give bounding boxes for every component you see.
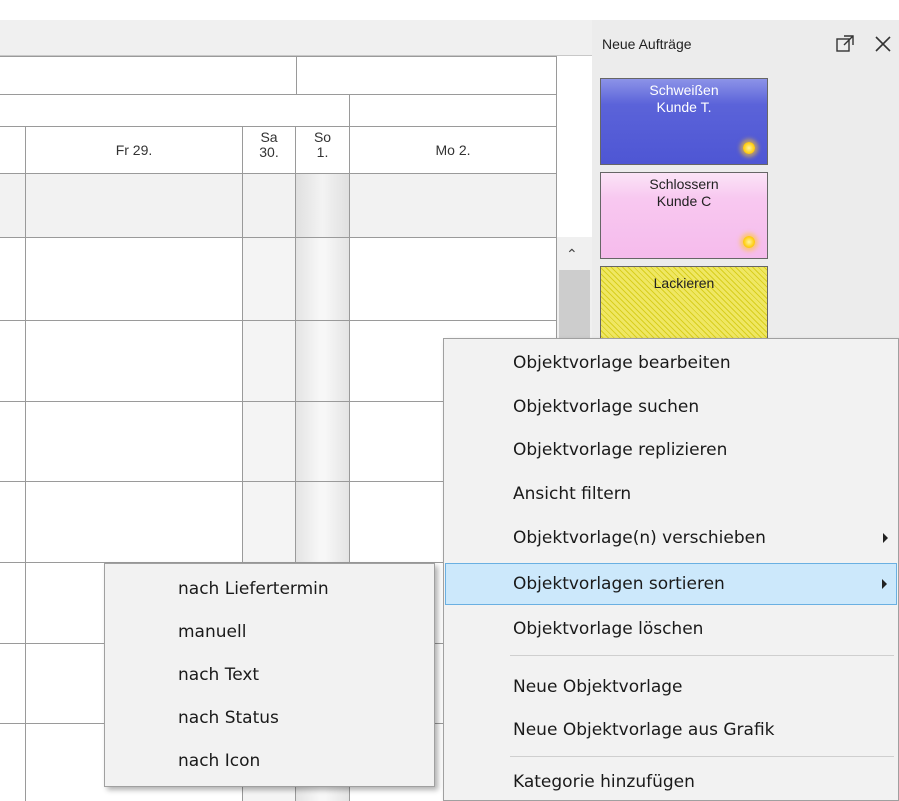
menu-item-label: Objektvorlage(n) verschieben (513, 528, 766, 548)
menu-item-replicate-template[interactable]: Objektvorlage replizieren (444, 432, 898, 468)
menu-item-edit-template[interactable]: Objektvorlage bearbeiten (444, 345, 898, 381)
menu-separator (510, 756, 894, 757)
order-card-lackieren[interactable]: Lackieren (600, 266, 768, 342)
day-header-monday: Mo 2. (435, 142, 471, 158)
submenu-item-label: manuell (178, 622, 247, 642)
submenu-item-by-icon[interactable]: nach Icon (105, 743, 434, 779)
order-card-customer: Kunde C (656, 193, 712, 209)
menu-item-search-template[interactable]: Objektvorlage suchen (444, 389, 898, 425)
menu-item-new-template-from-graphic[interactable]: Neue Objektvorlage aus Grafik (444, 712, 898, 748)
panel-title: Neue Aufträge (602, 36, 692, 52)
menu-item-label: Neue Objektvorlage aus Grafik (513, 720, 775, 740)
submenu-arrow-icon (882, 579, 887, 589)
submenu-item-label: nach Status (178, 708, 279, 728)
order-card-schweissen[interactable]: Schweißen Kunde T. (600, 78, 768, 165)
chevron-up-icon[interactable]: ⌃ (566, 246, 578, 263)
menu-item-label: Objektvorlage replizieren (513, 440, 728, 460)
grid-row-line (0, 126, 557, 127)
order-card-customer: Kunde T. (656, 99, 712, 115)
order-card-schlossern[interactable]: Schlossern Kunde C (600, 172, 768, 259)
grid-subheader-band (0, 173, 557, 237)
menu-separator (510, 655, 894, 656)
submenu-arrow-icon (883, 533, 888, 543)
day-header-sunday: So 1. (313, 129, 332, 160)
menu-item-new-template[interactable]: Neue Objektvorlage (444, 669, 898, 705)
sort-submenu: nach Liefertermin manuell nach Text nach… (104, 563, 435, 787)
sun-icon (743, 142, 755, 154)
menu-item-label: Objektvorlage suchen (513, 397, 700, 417)
menu-item-label: Objektvorlage löschen (513, 619, 704, 639)
order-card-title: Lackieren (653, 275, 715, 291)
submenu-item-by-status[interactable]: nach Status (105, 700, 434, 736)
grid-row-line (0, 320, 557, 321)
menu-item-sort-templates[interactable]: Objektvorlagen sortieren (445, 563, 897, 605)
grid-row-line (0, 94, 557, 95)
submenu-item-label: nach Liefertermin (178, 579, 329, 599)
day-header-friday: Fr 29. (115, 142, 153, 158)
order-card-title: Schlossern (649, 176, 719, 192)
submenu-item-manual[interactable]: manuell (105, 614, 434, 650)
grid-subheader-sunday-shade (296, 173, 349, 237)
submenu-item-by-text[interactable]: nach Text (105, 657, 434, 693)
menu-item-label: Objektvorlage bearbeiten (513, 353, 731, 373)
grid-row-line (0, 237, 557, 238)
menu-item-add-category[interactable]: Kategorie hinzufügen (444, 764, 898, 800)
submenu-item-label: nach Icon (178, 751, 261, 771)
grid-row-line (0, 56, 557, 57)
grid-row-line (0, 173, 557, 174)
external-window-icon[interactable] (835, 34, 855, 58)
close-icon[interactable] (873, 34, 893, 58)
grid-col-line (25, 126, 26, 801)
menu-item-label: Ansicht filtern (513, 484, 632, 504)
menu-item-filter-view[interactable]: Ansicht filtern (444, 476, 898, 512)
order-card-title: Schweißen (649, 82, 719, 98)
menu-item-move-templates[interactable]: Objektvorlage(n) verschieben (444, 520, 898, 556)
submenu-item-label: nach Text (178, 665, 260, 685)
grid-col-line (296, 56, 297, 94)
grid-top-strip (0, 20, 592, 56)
submenu-item-by-delivery-date[interactable]: nach Liefertermin (105, 571, 434, 607)
menu-item-label: Kategorie hinzufügen (513, 772, 695, 792)
menu-item-label: Neue Objektvorlage (513, 677, 683, 697)
context-menu: Objektvorlage bearbeiten Objektvorlage s… (443, 338, 899, 801)
sun-icon (743, 236, 755, 248)
menu-item-label: Objektvorlagen sortieren (513, 574, 725, 594)
menu-item-delete-template[interactable]: Objektvorlage löschen (444, 611, 898, 647)
day-header-saturday: Sa 30. (259, 129, 279, 160)
